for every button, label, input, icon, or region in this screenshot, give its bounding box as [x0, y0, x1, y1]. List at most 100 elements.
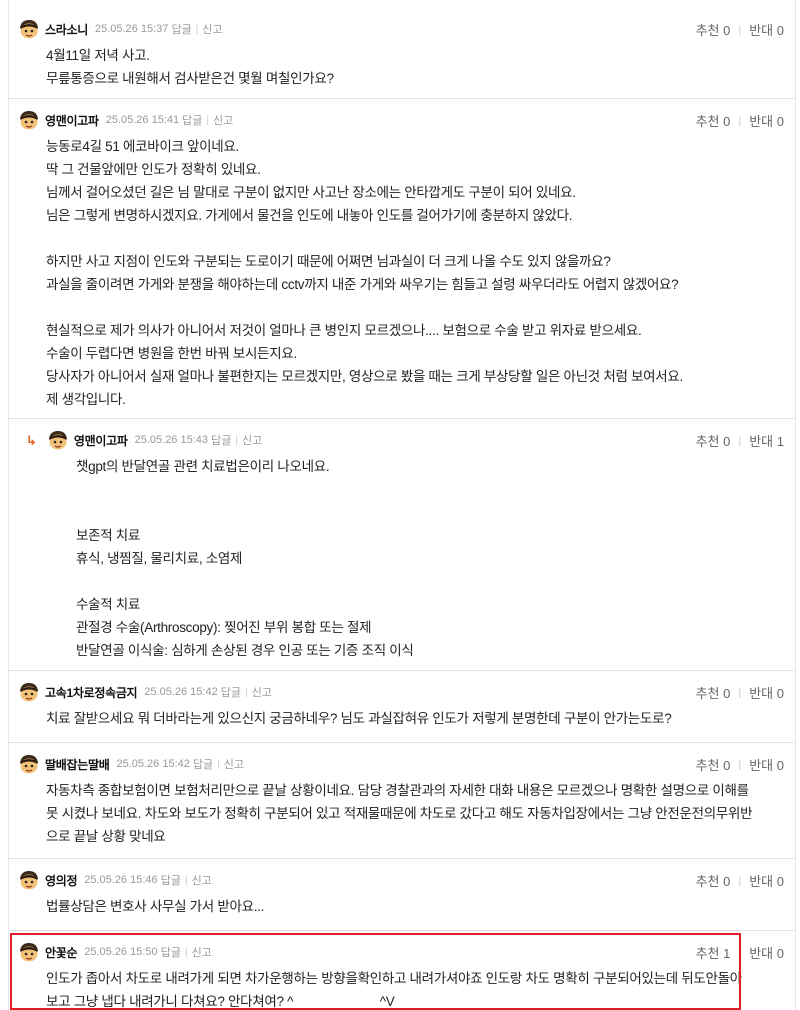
- upvote-count: 0: [723, 686, 731, 701]
- downvote-count: 0: [776, 874, 784, 889]
- avatar[interactable]: [18, 941, 40, 963]
- upvote-count: 0: [723, 874, 731, 889]
- divider: |: [245, 686, 248, 698]
- comment-text-line: [76, 478, 756, 501]
- comment-text-line: 자동차측 종합보험이면 보험처리만으로 끝날 상황이네요. 담당 경찰관과의 자…: [46, 783, 749, 798]
- author-nickname[interactable]: 영맨이고파: [74, 432, 128, 449]
- comment-timestamp: 25.05.26 15:43: [134, 434, 209, 446]
- upvote-button[interactable]: 추천 0: [696, 431, 731, 450]
- report-link[interactable]: 신고: [224, 756, 244, 772]
- downvote-label: 반대: [749, 434, 774, 449]
- downvote-button[interactable]: 반대 0: [749, 683, 784, 702]
- reply-link[interactable]: 답글: [161, 872, 181, 888]
- author-nickname[interactable]: 스라소니: [45, 21, 88, 38]
- downvote-label: 반대: [749, 686, 774, 701]
- vote-controls: 추천 0 | 반대 0: [696, 871, 784, 890]
- report-link[interactable]: 신고: [252, 684, 272, 700]
- report-link[interactable]: 신고: [242, 432, 262, 448]
- divider: |: [738, 23, 742, 36]
- comment-header: 스라소니 25.05.26 15:37 답글 | 신고: [18, 18, 223, 40]
- avatar[interactable]: [18, 681, 40, 703]
- author-nickname[interactable]: 딸배잡는딸배: [45, 756, 110, 773]
- divider: |: [738, 758, 742, 771]
- comment-header: 영맨이고파 25.05.26 15:41 답글 | 신고: [18, 109, 233, 131]
- author-nickname[interactable]: 영맨이고파: [45, 112, 99, 129]
- upvote-label: 추천: [695, 758, 720, 773]
- comment-text-line: 인도가 좁아서 차도로 내려가게 되면 차가운행하는 방향을확인하고 내려가셔야…: [46, 971, 742, 986]
- reply-link[interactable]: 답글: [211, 432, 231, 448]
- divider: |: [738, 946, 742, 959]
- divider: |: [206, 114, 210, 126]
- comment-timestamp: 25.05.26 15:42: [116, 758, 190, 770]
- report-link[interactable]: 신고: [192, 944, 212, 960]
- comment-header: 안꽃순 25.05.26 15:50 답글 | 신고: [18, 941, 212, 963]
- author-nickname[interactable]: 안꽃순: [45, 944, 78, 961]
- comment-header: 고속1차로정속금지 25.05.26 15:42 답글 | 신고: [18, 681, 272, 703]
- reply-link[interactable]: 답글: [193, 756, 213, 772]
- upvote-button[interactable]: 추천 1: [696, 943, 731, 962]
- upvote-label: 추천: [695, 23, 720, 38]
- comment-meta: 25.05.26 15:46 답글 | 신고: [84, 872, 212, 888]
- reply-link[interactable]: 답글: [171, 21, 191, 37]
- reply-link[interactable]: 답글: [182, 112, 202, 128]
- upvote-button[interactable]: 추천 0: [696, 683, 731, 702]
- upvote-count: 0: [723, 434, 731, 449]
- vote-controls: 추천 0 | 반대 0: [696, 683, 784, 702]
- comment-timestamp: 25.05.26 15:50: [84, 946, 158, 958]
- comment-meta: 25.05.26 15:50 답글 | 신고: [84, 944, 212, 960]
- comment-header: 영의정 25.05.26 15:46 답글 | 신고: [18, 869, 212, 891]
- downvote-button[interactable]: 반대 0: [749, 111, 784, 130]
- divider: |: [195, 23, 199, 35]
- comment-item: 영의정 25.05.26 15:46 답글 | 신고 추천 0 | 반대 0 법률상담은 변호…: [8, 858, 796, 930]
- comment-timestamp: 25.05.26 15:46: [84, 874, 158, 886]
- upvote-label: 추천: [695, 114, 720, 129]
- comment-meta: 25.05.26 15:41 답글 | 신고: [106, 112, 234, 128]
- downvote-button[interactable]: 반대 0: [749, 755, 784, 774]
- avatar[interactable]: [18, 109, 40, 131]
- comment-item: 안꽃순 25.05.26 15:50 답글 | 신고 추천 1 | 반대 0 인도가 좁아서 …: [8, 930, 796, 1010]
- report-link[interactable]: 신고: [192, 872, 212, 888]
- report-link[interactable]: 신고: [213, 112, 233, 128]
- comment-item: 영맨이고파 25.05.26 15:41 답글 | 신고 추천 0 | 반대 0 능동로4길 …: [8, 98, 796, 418]
- upvote-count: 0: [723, 114, 731, 129]
- author-nickname[interactable]: 고속1차로정속금지: [45, 684, 138, 701]
- divider: |: [217, 758, 220, 770]
- author-nickname[interactable]: 영의정: [45, 872, 78, 889]
- upvote-button[interactable]: 추천 0: [696, 871, 731, 890]
- upvote-button[interactable]: 추천 0: [696, 111, 731, 130]
- downvote-label: 반대: [749, 23, 774, 38]
- avatar[interactable]: [18, 753, 40, 775]
- avatar[interactable]: [18, 869, 40, 891]
- upvote-button[interactable]: 추천 0: [696, 20, 731, 39]
- avatar[interactable]: [47, 429, 69, 451]
- comment-meta: 25.05.26 15:42 답글 | 신고: [116, 756, 244, 772]
- reply-link[interactable]: 답글: [221, 684, 241, 700]
- downvote-count: 0: [776, 114, 784, 129]
- comment-item: 고속1차로정속금지 25.05.26 15:42 답글 | 신고 추천 0 | 반대 0 치료…: [8, 670, 796, 742]
- downvote-label: 반대: [749, 874, 774, 889]
- avatar[interactable]: [18, 18, 40, 40]
- comment-text-line: 하지만 사고 지점이 인도와 구분되는 도로이기 때문에 어쩌면 님과실이 더 …: [46, 254, 611, 269]
- comment-body: 챗gpt의 반달연골 관련 치료법은이리 나오네요. 보존적 치료 휴식, 냉찜질,…: [76, 455, 756, 662]
- report-link[interactable]: 신고: [202, 21, 222, 37]
- comment-text-line: 4월11일 저녁 사고.: [46, 48, 150, 63]
- comment-text-line: 능동로4길 51 에코바이크 앞이네요.: [46, 139, 239, 154]
- comment-body: 법률상담은 변호사 사무실 가서 받아요...: [46, 895, 756, 918]
- downvote-count: 0: [776, 946, 784, 961]
- divider: |: [738, 874, 742, 887]
- comment-timestamp: 25.05.26 15:42: [144, 686, 218, 698]
- comment-text-line: 챗gpt의 반달연골 관련 치료법은이리 나오네요.: [76, 459, 330, 474]
- downvote-count: 1: [776, 434, 784, 449]
- upvote-count: 1: [723, 946, 731, 961]
- downvote-button[interactable]: 반대 0: [749, 871, 784, 890]
- downvote-count: 0: [776, 23, 784, 38]
- comment-text-line: 수술이 두렵다면 병원을 한번 바꿔 보시든지요.: [46, 346, 297, 361]
- downvote-button[interactable]: 반대 0: [749, 20, 784, 39]
- comment-text-line: 반달연골 이식술: 심하게 손상된 경우 인공 또는 기증 조직 이식: [76, 643, 414, 658]
- upvote-label: 추천: [695, 434, 720, 449]
- downvote-button[interactable]: 반대 0: [749, 943, 784, 962]
- reply-link[interactable]: 답글: [161, 944, 181, 960]
- downvote-button[interactable]: 반대 1: [749, 431, 784, 450]
- upvote-button[interactable]: 추천 0: [696, 755, 731, 774]
- comment-text-line: 치료 잘받으세요 뭐 더바라는게 있으신지 궁금하네우? 님도 과실잡혀유 인도…: [46, 711, 672, 726]
